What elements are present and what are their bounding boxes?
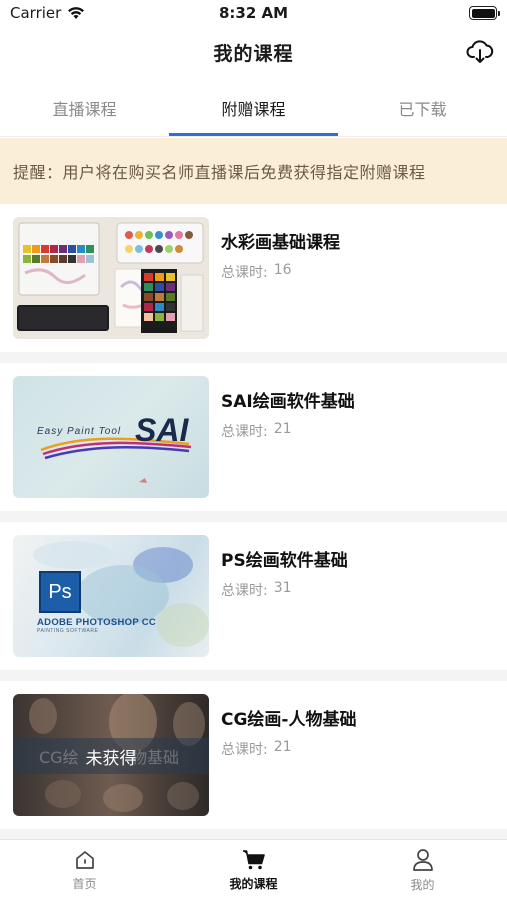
course-thumbnail: Easy Paint Tool SAI bbox=[13, 376, 209, 498]
hours-label: 总课时: bbox=[221, 583, 268, 599]
course-hours: 总课时: 31 bbox=[221, 580, 348, 600]
hours-label: 总课时: bbox=[221, 265, 268, 281]
bottom-tab-label: 首页 bbox=[72, 876, 97, 891]
photoshop-subtitle-text: PAINTING SOFTWARE bbox=[37, 628, 99, 634]
course-title: PS绘画软件基础 bbox=[221, 551, 348, 571]
course-thumbnail bbox=[13, 217, 209, 339]
bottom-tab-label: 我的课程 bbox=[229, 876, 278, 891]
course-thumbnail: Ps ADOBE PHOTOSHOP CC PAINTING SOFTWARE bbox=[13, 535, 209, 657]
course-hours: 总课时: 21 bbox=[221, 739, 357, 759]
thumb-ghost-text: 物基础 bbox=[131, 748, 180, 767]
hours-value: 21 bbox=[273, 421, 292, 437]
status-left: Carrier bbox=[10, 4, 85, 22]
course-info: 水彩画基础课程 总课时: 16 bbox=[221, 217, 340, 339]
course-list: 水彩画基础课程 总课时: 16 Easy Paint Tool SAI SAI绘… bbox=[0, 204, 507, 840]
course-hours: 总课时: 21 bbox=[221, 421, 355, 441]
bottom-tab-label: 我的 bbox=[410, 877, 435, 892]
course-info: SAI绘画软件基础 总课时: 21 bbox=[221, 376, 355, 498]
wifi-icon bbox=[68, 7, 85, 19]
course-info: PS绘画软件基础 总课时: 31 bbox=[221, 535, 348, 657]
sai-logo-text: SAI bbox=[135, 412, 189, 448]
status-bar: Carrier 8:32 AM bbox=[0, 0, 507, 26]
hours-value: 21 bbox=[273, 739, 292, 755]
bottom-tab-my-courses[interactable]: 我的课程 bbox=[169, 840, 338, 900]
person-icon bbox=[412, 848, 433, 871]
notice-text: 提醒：用户将在购买名师直播课后免费获得指定附赠课程 bbox=[13, 163, 426, 182]
course-item-ps[interactable]: Ps ADOBE PHOTOSHOP CC PAINTING SOFTWARE … bbox=[0, 522, 507, 670]
photoshop-title-text: ADOBE PHOTOSHOP CC bbox=[37, 617, 157, 628]
download-button[interactable] bbox=[465, 37, 495, 67]
course-tabs: 直播课程 附赠课程 已下载 bbox=[0, 79, 507, 137]
locked-overlay: CG绘 物基础 未获得 bbox=[13, 738, 209, 774]
bottom-tab-home[interactable]: 首页 bbox=[0, 840, 169, 900]
hours-label: 总课时: bbox=[221, 424, 268, 440]
course-item-cg[interactable]: CG绘 物基础 未获得 CG绘画-人物基础 总课时: 21 bbox=[0, 681, 507, 829]
cloud-download-icon bbox=[466, 40, 494, 63]
list-divider bbox=[0, 670, 507, 681]
not-obtained-label: 未获得 bbox=[85, 748, 137, 769]
hours-label: 总课时: bbox=[221, 742, 268, 758]
course-item-sai[interactable]: Easy Paint Tool SAI SAI绘画软件基础 总课时: 21 bbox=[0, 363, 507, 511]
bottom-tab-profile[interactable]: 我的 bbox=[338, 840, 507, 900]
tab-bonus-courses[interactable]: 附赠课程 bbox=[169, 79, 338, 136]
course-title: 水彩画基础课程 bbox=[221, 233, 340, 253]
tab-downloaded[interactable]: 已下载 bbox=[338, 79, 507, 136]
notice-banner: 提醒：用户将在购买名师直播课后免费获得指定附赠课程 bbox=[0, 138, 507, 204]
list-divider bbox=[0, 511, 507, 522]
course-thumbnail: CG绘 物基础 未获得 bbox=[13, 694, 209, 816]
hours-value: 16 bbox=[273, 262, 292, 278]
thumb-ghost-text: CG绘 bbox=[39, 748, 79, 767]
course-info: CG绘画-人物基础 总课时: 21 bbox=[221, 694, 357, 816]
sai-subtitle-text: Easy Paint Tool bbox=[37, 426, 122, 437]
course-title: CG绘画-人物基础 bbox=[221, 710, 357, 730]
watercolor-palette-image bbox=[13, 217, 209, 339]
course-hours: 总课时: 16 bbox=[221, 262, 340, 282]
course-title: SAI绘画软件基础 bbox=[221, 392, 355, 412]
battery-icon bbox=[469, 6, 500, 20]
hours-value: 31 bbox=[273, 580, 292, 596]
nav-bar: 我的课程 bbox=[0, 26, 507, 78]
bottom-tab-bar: 首页 我的课程 我的 bbox=[0, 839, 507, 900]
course-item-watercolor[interactable]: 水彩画基础课程 总课时: 16 bbox=[0, 204, 507, 352]
photoshop-logo: Ps bbox=[39, 571, 81, 613]
carrier-label: Carrier bbox=[10, 4, 62, 22]
tab-live-courses[interactable]: 直播课程 bbox=[0, 79, 169, 136]
home-icon bbox=[75, 850, 94, 869]
page-title: 我的课程 bbox=[213, 42, 294, 65]
cart-icon bbox=[242, 849, 265, 869]
list-divider bbox=[0, 352, 507, 363]
